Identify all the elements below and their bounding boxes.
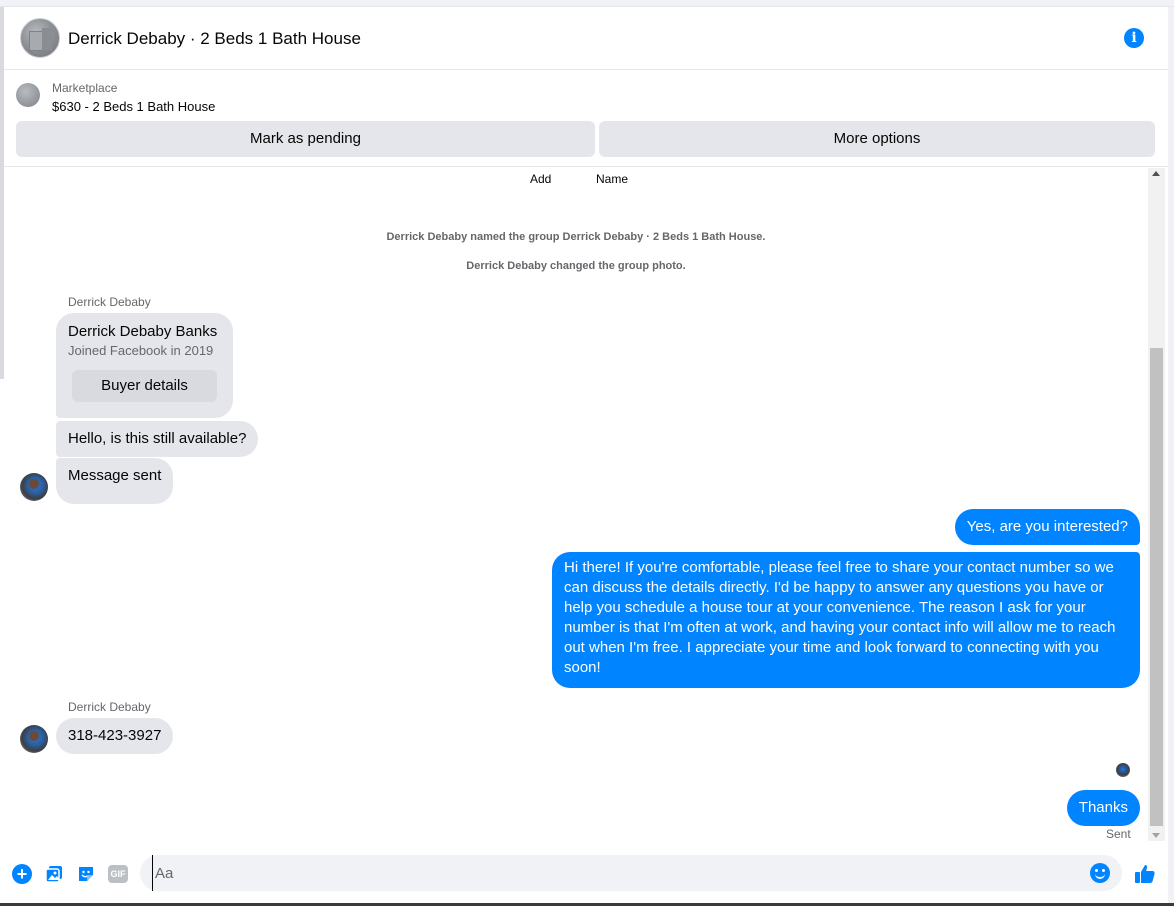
message-input-container [140, 855, 1122, 891]
message-composer: + GIF [4, 850, 1168, 902]
listing-title[interactable]: $630 - 2 Beds 1 Bath House [52, 99, 215, 114]
conversation-header: Derrick Debaby · 2 Beds 1 Bath House i [4, 8, 1168, 70]
buyer-name: Derrick Debaby Banks [68, 323, 218, 340]
sender-avatar[interactable] [20, 473, 48, 501]
name-group-link[interactable]: Name [596, 172, 628, 186]
seen-indicator-avatar [1116, 763, 1130, 777]
incoming-message[interactable]: Hello, is this still available? [56, 421, 259, 457]
conversation-title[interactable]: Derrick Debaby · 2 Beds 1 Bath House [68, 29, 361, 49]
more-options-button[interactable]: More options [599, 121, 1155, 157]
message-scrollbar[interactable] [1148, 168, 1165, 841]
emoji-icon[interactable] [1090, 863, 1110, 883]
sticker-icon[interactable] [76, 864, 96, 884]
outgoing-message[interactable]: Hi there! If you're comfortable, please … [552, 552, 1140, 688]
gif-icon[interactable]: GIF [108, 865, 128, 883]
message-input[interactable] [152, 855, 1082, 891]
incoming-message[interactable]: 318-423-3927 [56, 718, 174, 754]
marketplace-listing-bar: Marketplace $630 - 2 Beds 1 Bath House M… [4, 71, 1168, 167]
system-message: Derrick Debaby named the group Derrick D… [386, 231, 766, 243]
scroll-down-arrow-icon[interactable] [1152, 833, 1160, 838]
thumbs-up-icon[interactable] [1133, 862, 1157, 886]
image-icon[interactable] [44, 864, 64, 884]
group-actions-row: Add Name [4, 172, 1148, 188]
sent-status: Sent [1106, 827, 1131, 841]
outgoing-message[interactable]: Thanks [1066, 790, 1140, 826]
buyer-info-card: Derrick Debaby Banks Joined Facebook in … [56, 313, 233, 418]
group-avatar[interactable] [20, 18, 60, 58]
buyer-details-button[interactable]: Buyer details [72, 370, 217, 402]
outgoing-message[interactable]: Yes, are you interested? [954, 509, 1140, 545]
window-top-edge [0, 0, 1174, 7]
plus-icon[interactable]: + [12, 864, 32, 884]
incoming-message[interactable]: Message sent [56, 458, 174, 504]
add-people-link[interactable]: Add [530, 172, 551, 186]
window-right-edge [1168, 7, 1174, 906]
scrollbar-thumb[interactable] [1150, 348, 1163, 826]
sender-name: Derrick Debaby [68, 700, 151, 714]
system-message: Derrick Debaby changed the group photo. [466, 260, 686, 272]
mark-as-pending-button[interactable]: Mark as pending [16, 121, 595, 157]
messenger-window: Derrick Debaby · 2 Beds 1 Bath House i M… [0, 0, 1174, 906]
marketplace-label: Marketplace [52, 81, 118, 95]
scroll-up-arrow-icon[interactable] [1152, 171, 1160, 176]
buyer-joined-date: Joined Facebook in 2019 [68, 343, 214, 358]
info-icon[interactable]: i [1124, 28, 1144, 48]
sender-name: Derrick Debaby [68, 295, 151, 309]
message-list[interactable]: Add Name Derrick Debaby named the group … [4, 168, 1148, 848]
listing-thumbnail[interactable] [16, 83, 40, 107]
sender-avatar[interactable] [20, 725, 48, 753]
